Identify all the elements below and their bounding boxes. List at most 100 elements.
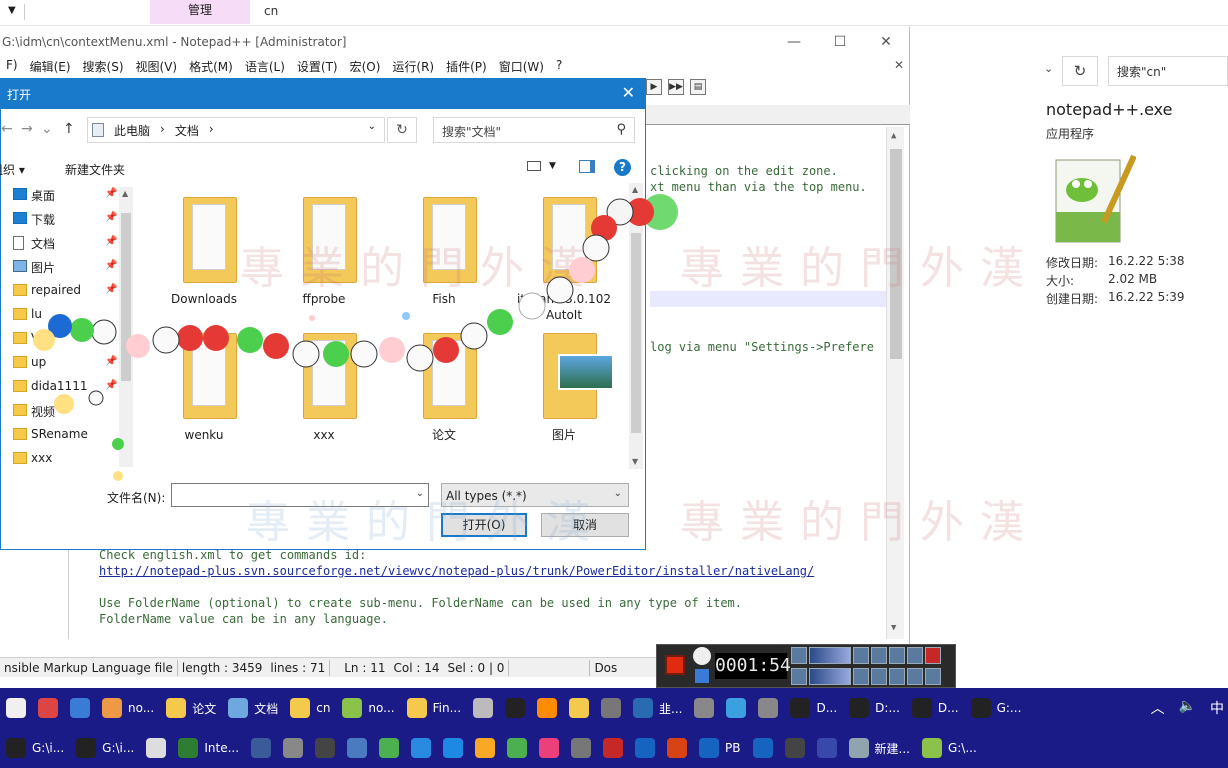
taskbar-button[interactable] — [563, 692, 595, 724]
menu-search[interactable]: 搜索(S) — [77, 57, 130, 77]
taskbar-button[interactable] — [277, 732, 309, 764]
taskbar-button[interactable] — [752, 692, 784, 724]
scroll-down-icon[interactable]: ▼ — [632, 457, 638, 466]
taskbar-button[interactable]: G:\... — [916, 732, 983, 764]
navigation-scrollbar[interactable]: ▲ — [119, 187, 133, 467]
breadcrumb-documents[interactable]: 文档 — [175, 122, 199, 142]
taskbar-button[interactable]: no... — [96, 692, 160, 724]
menu-help[interactable]: ? — [550, 57, 568, 77]
sidebar-item-desktop[interactable]: 桌面 📌 — [1, 183, 133, 207]
refresh-button[interactable]: ↻ — [1062, 56, 1098, 86]
taskbar-button[interactable]: Inte... — [172, 732, 245, 764]
code-url[interactable]: http://notepad-plus.svn.sourceforge.net/… — [99, 563, 814, 579]
preview-pane-icon[interactable] — [579, 160, 595, 173]
gear-icon[interactable] — [889, 647, 905, 664]
taskbar-button[interactable]: D... — [906, 692, 965, 724]
up-arrow-icon[interactable]: ↑ — [63, 121, 75, 137]
sidebar-item-documents[interactable]: 文档 📌 — [1, 231, 133, 255]
volume-icon[interactable]: 🔈 — [1179, 698, 1196, 718]
menu-view[interactable]: 视图(V) — [130, 57, 184, 77]
scroll-up-icon[interactable]: ▲ — [632, 185, 638, 194]
close-icon[interactable]: ✕ — [622, 83, 635, 102]
menu-window[interactable]: 窗口(W) — [493, 57, 550, 77]
sidebar-item-srename[interactable]: SRename — [1, 423, 133, 447]
taskbar-button[interactable]: D:... — [843, 692, 906, 724]
volume-icon[interactable] — [791, 647, 807, 664]
taskbar-button[interactable] — [531, 692, 563, 724]
taskbar-button[interactable] — [245, 732, 277, 764]
taskbar-button[interactable]: no... — [336, 692, 400, 724]
recent-dropdown-icon[interactable]: ⌄ — [41, 121, 53, 137]
taskbar-button[interactable] — [32, 692, 64, 724]
menu-format[interactable]: 格式(M) — [183, 57, 239, 77]
monitor-icon[interactable] — [907, 668, 923, 685]
taskbar-button[interactable]: 论文 — [160, 692, 222, 724]
breadcrumb-this-pc[interactable]: 此电脑 — [114, 122, 150, 142]
taskbar-button[interactable]: 新建... — [843, 732, 916, 764]
folder-item[interactable]: italian-v3.0.102 AutoIt — [509, 191, 619, 322]
window-icon[interactable] — [889, 668, 905, 685]
sidebar-item-xxx[interactable]: xxx — [1, 447, 133, 471]
menu-file[interactable]: F) — [0, 57, 24, 77]
scrollbar-thumb[interactable] — [631, 233, 641, 433]
sidebar-item-up[interactable]: up 📌 — [1, 351, 133, 375]
sidebar-item-pictures[interactable]: 图片 📌 — [1, 255, 133, 279]
taskbar-button[interactable] — [629, 732, 661, 764]
taskbar-button[interactable] — [341, 732, 373, 764]
menu-language[interactable]: 语言(L) — [239, 57, 291, 77]
folder-item[interactable]: wenku — [149, 327, 259, 457]
help-icon[interactable]: ? — [614, 159, 631, 176]
expand-icon[interactable] — [907, 647, 923, 664]
display-icon[interactable] — [925, 668, 941, 685]
taskbar-button[interactable] — [469, 732, 501, 764]
taskbar-button[interactable]: Fin... — [401, 692, 467, 724]
forward-arrow-icon[interactable]: → — [21, 121, 33, 137]
scroll-up-icon[interactable]: ▲ — [122, 189, 128, 198]
sidebar-item-lu[interactable]: lu — [1, 303, 133, 327]
editor-scrollbar[interactable]: ▲ ▼ — [886, 127, 904, 639]
taskbar-button[interactable] — [499, 692, 531, 724]
taskbar-button[interactable] — [720, 692, 752, 724]
taskbar-button[interactable] — [64, 692, 96, 724]
ribbon-tab-manage[interactable]: 管理 — [150, 0, 250, 24]
taskbar-button[interactable]: 韭... — [627, 692, 688, 724]
scrollbar-thumb[interactable] — [890, 149, 902, 359]
menu-plugins[interactable]: 插件(P) — [440, 57, 493, 77]
taskbar-button[interactable] — [779, 732, 811, 764]
menu-settings[interactable]: 设置(T) — [291, 57, 344, 77]
taskbar-button[interactable] — [140, 732, 172, 764]
webcam-icon[interactable] — [853, 668, 869, 685]
taskbar-button[interactable]: G:\i... — [0, 732, 70, 764]
taskbar-button[interactable]: cn — [284, 692, 336, 724]
chevron-down-icon[interactable]: ⌄ — [368, 121, 376, 132]
folder-icon[interactable] — [871, 647, 887, 664]
chevron-down-icon[interactable]: ⌄ — [1044, 62, 1053, 75]
taskbar-button[interactable] — [811, 732, 843, 764]
address-bar[interactable]: 此电脑 › 文档 › ⌄ — [87, 117, 385, 143]
new-folder-button[interactable]: 新建文件夹 — [65, 161, 125, 178]
taskbar-button[interactable]: 文档 — [222, 692, 284, 724]
sidebar-item-downloads[interactable]: 下载 📌 — [1, 207, 133, 231]
taskbar-button[interactable]: G:... — [965, 692, 1028, 724]
taskbar-button[interactable]: G:\i... — [70, 732, 140, 764]
dialog-search-input[interactable]: 搜索"文档" ⚲ — [433, 117, 635, 143]
folder-item[interactable]: 图片 — [509, 327, 619, 457]
organize-menu[interactable]: 组织 ▾ — [0, 161, 25, 178]
menu-edit[interactable]: 编辑(E) — [24, 57, 77, 77]
back-arrow-icon[interactable]: ← — [1, 121, 13, 137]
chevron-down-icon[interactable]: ▼ — [549, 161, 556, 171]
folder-item[interactable]: 论文 — [389, 327, 499, 457]
refresh-button[interactable]: ↻ — [387, 117, 417, 143]
scrollbar-thumb[interactable] — [121, 213, 131, 381]
folder-item[interactable]: ffprobe — [269, 191, 379, 321]
sidebar-item-dida1111[interactable]: dida1111 📌 — [1, 375, 133, 399]
fullscreen-icon[interactable] — [871, 668, 887, 685]
taskbar-button[interactable] — [661, 732, 693, 764]
folder-item[interactable]: Downloads — [149, 191, 259, 321]
taskbar-button[interactable] — [595, 692, 627, 724]
taskbar-button[interactable] — [565, 732, 597, 764]
sidebar-item-repaired[interactable]: repaired 📌 — [1, 279, 133, 303]
sidebar-item-v[interactable]: V — [1, 327, 133, 351]
taskbar-button[interactable] — [688, 692, 720, 724]
file-list-scrollbar[interactable]: ▲ ▼ — [629, 183, 643, 469]
